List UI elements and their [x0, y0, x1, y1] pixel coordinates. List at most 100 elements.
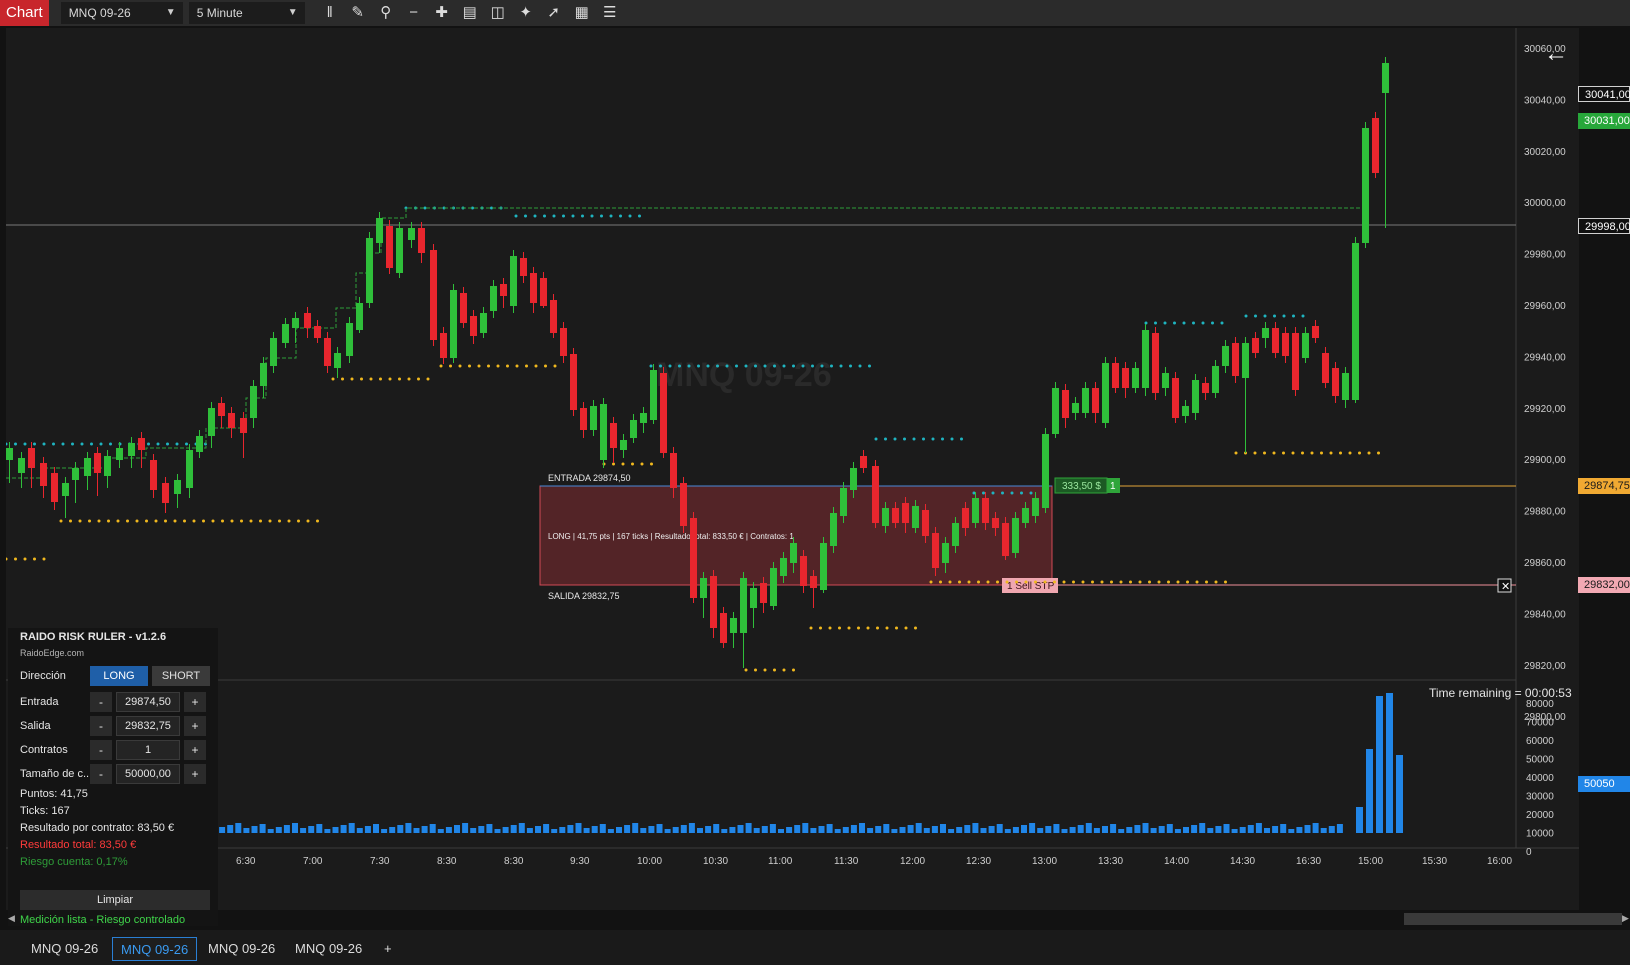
tamano-minus-button[interactable]: - — [90, 764, 112, 784]
candle-body — [510, 256, 517, 306]
salida-input[interactable]: 29832,75 — [116, 716, 180, 736]
volume-tick-label: 80000 — [1526, 699, 1554, 710]
candle-body — [314, 326, 321, 338]
support-dot — [297, 519, 300, 523]
short-button[interactable]: SHORT — [152, 666, 210, 686]
volume-bar — [599, 824, 606, 833]
volume-bar — [535, 826, 541, 833]
support-dot — [398, 377, 401, 381]
support-dot — [1119, 580, 1123, 584]
panel-title: RAIDO RISK RULER - v1.2.6 — [20, 631, 167, 643]
volume-bar — [996, 824, 1003, 833]
long-button[interactable]: LONG — [90, 666, 148, 686]
salida-minus-button[interactable]: - — [90, 716, 112, 736]
volume-bar — [834, 829, 841, 833]
volume-bar — [413, 828, 420, 833]
volume-bar — [575, 823, 582, 833]
resistance-dot — [960, 437, 963, 441]
support-dot — [847, 626, 851, 630]
resistance-dot — [543, 214, 546, 218]
support-dot — [515, 364, 519, 368]
properties-icon[interactable]: ▦ — [571, 2, 593, 24]
zoom-out-icon[interactable]: − — [403, 2, 425, 24]
draw-icon[interactable]: ✎ — [347, 2, 369, 24]
candle-body — [51, 473, 58, 502]
volume-bar — [356, 828, 363, 833]
bar-type-icon[interactable]: ‖ — [319, 2, 341, 24]
candle-body — [1152, 333, 1159, 393]
candle-body — [366, 238, 373, 303]
contratos-plus-button[interactable]: + — [184, 740, 206, 760]
volume-bar — [923, 828, 930, 833]
tab-chart-3[interactable]: MNQ 09-26 — [200, 937, 283, 961]
add-tab-button[interactable]: + — [376, 937, 400, 961]
resistance-dot — [628, 214, 632, 218]
volume-bar — [940, 824, 946, 833]
resistance-dot — [166, 442, 169, 446]
resultado-total-stat: Resultado total: 83,50 € — [20, 839, 137, 851]
tab-chart-2[interactable]: MNQ 09-26 — [112, 937, 198, 961]
timeframe-selector[interactable]: 5 Minute ▼ — [188, 2, 305, 24]
volume-bar — [697, 828, 703, 833]
snapshot-icon[interactable]: ▤ — [459, 2, 481, 24]
support-dot — [1320, 451, 1323, 455]
candle-body — [324, 338, 331, 366]
entrada-plus-button[interactable]: + — [184, 692, 206, 712]
volume-bar — [1077, 825, 1084, 833]
zoom-in-icon[interactable]: ⚲ — [375, 2, 397, 24]
pnl-badge-text: 333,50 $ — [1062, 481, 1101, 492]
volume-bar — [737, 825, 744, 833]
support-dot — [1282, 451, 1285, 455]
tamano-input[interactable]: 50000,00 — [116, 764, 180, 784]
chart-panel[interactable]: 30060,00 30040,00 30020,00 30000,00 29980,00… — [6, 28, 1579, 910]
price-chart[interactable]: 30060,0030040,0030020,0030000,0029980,00… — [6, 28, 1579, 910]
support-dot — [914, 626, 917, 630]
panel-site: RaidoEdge.com — [20, 648, 85, 658]
limpiar-button[interactable]: Limpiar — [20, 890, 210, 910]
salida-plus-button[interactable]: + — [184, 716, 206, 736]
data-box-icon[interactable]: ◫ — [487, 2, 509, 24]
candle-body — [912, 506, 919, 528]
instrument-selector[interactable]: MNQ 09-26 ▼ — [60, 2, 183, 24]
back-arrow-icon[interactable]: ← — [1544, 40, 1568, 68]
volume-bar — [1045, 826, 1052, 833]
support-dot — [417, 377, 420, 381]
templates-icon[interactable]: ☰ — [599, 2, 621, 24]
scroll-right-icon[interactable]: ▶ — [1622, 913, 1629, 924]
resistance-dot — [71, 442, 74, 446]
volume-bar — [624, 825, 631, 833]
strategies-icon[interactable]: ➚ — [543, 2, 565, 24]
volume-bar — [437, 829, 444, 833]
indicators-icon[interactable]: ✦ — [515, 2, 537, 24]
contratos-input[interactable]: 1 — [116, 740, 180, 760]
volume-bar — [1386, 693, 1393, 833]
support-dot — [1157, 580, 1161, 584]
tamano-plus-button[interactable]: + — [184, 764, 206, 784]
volume-bar — [883, 824, 890, 833]
resistance-dot — [42, 442, 46, 446]
candle-body — [1212, 366, 1219, 393]
tab-chart-4[interactable]: MNQ 09-26 — [287, 937, 370, 961]
volume-bar — [259, 824, 266, 833]
chart-tab[interactable]: Chart — [0, 0, 49, 26]
resistance-dot — [849, 364, 852, 368]
tab-chart-1[interactable]: MNQ 09-26 — [23, 937, 106, 961]
support-dot — [439, 364, 443, 368]
timeframe-value: 5 Minute — [196, 6, 243, 20]
candle-body — [690, 518, 697, 598]
horizontal-scrollbar[interactable] — [1404, 913, 1622, 925]
volume-bar — [235, 823, 242, 833]
support-dot — [458, 364, 462, 368]
scroll-left-icon[interactable]: ◀ — [8, 913, 15, 924]
entrada-input[interactable]: 29874,50 — [116, 692, 180, 712]
candle-body — [208, 408, 215, 436]
support-dot — [1224, 580, 1227, 584]
contratos-minus-button[interactable]: - — [90, 740, 112, 760]
support-dot — [145, 519, 148, 523]
price-tick-label: 29960,00 — [1524, 301, 1566, 312]
crosshair-icon[interactable]: ✚ — [431, 2, 453, 24]
entrada-minus-button[interactable]: - — [90, 692, 112, 712]
resistance-dot — [668, 364, 672, 368]
volume-bar — [948, 829, 955, 833]
resistance-dot — [581, 214, 584, 218]
